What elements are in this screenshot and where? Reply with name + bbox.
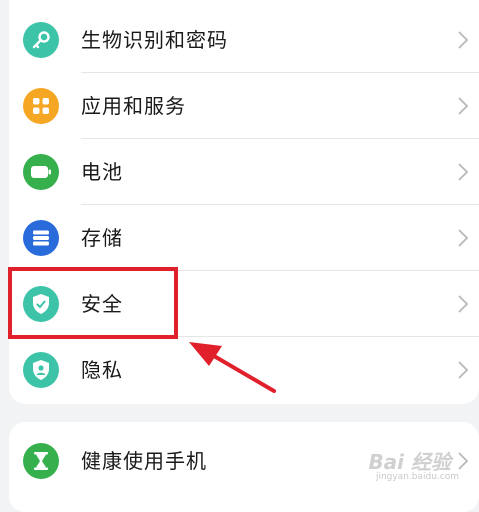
annotation-arrow <box>189 342 276 393</box>
watermark-url: jingyan.baidu.com <box>375 472 459 482</box>
watermark-logo: Bai 经验 <box>368 450 451 474</box>
